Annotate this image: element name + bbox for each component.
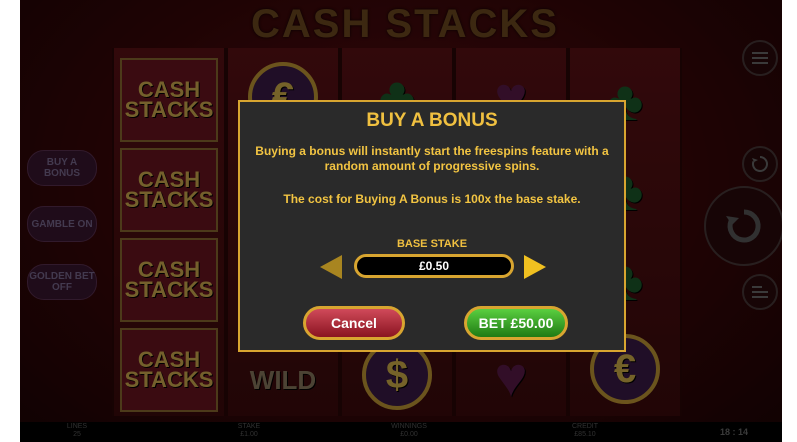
- cancel-button[interactable]: Cancel: [303, 306, 405, 340]
- dialog-title: BUY A BONUS: [366, 110, 498, 131]
- dialog-cost-text: The cost for Buying A Bonus is 100x the …: [283, 192, 581, 206]
- base-stake-label: BASE STAKE: [396, 238, 468, 250]
- base-stake-value: £0.50: [354, 254, 514, 278]
- game-screen: CASH STACKS CASH STACKS CASH STACKS CASH…: [20, 0, 782, 442]
- dialog-description: Buying a bonus will instantly start the …: [255, 144, 609, 173]
- bet-button[interactable]: BET £50.00: [464, 306, 568, 340]
- buy-bonus-dialog: BUY A BONUS Buying a bonus will instantl…: [238, 100, 626, 352]
- stake-increase-arrow-icon[interactable]: [524, 255, 546, 279]
- stake-decrease-arrow-icon[interactable]: [320, 255, 342, 279]
